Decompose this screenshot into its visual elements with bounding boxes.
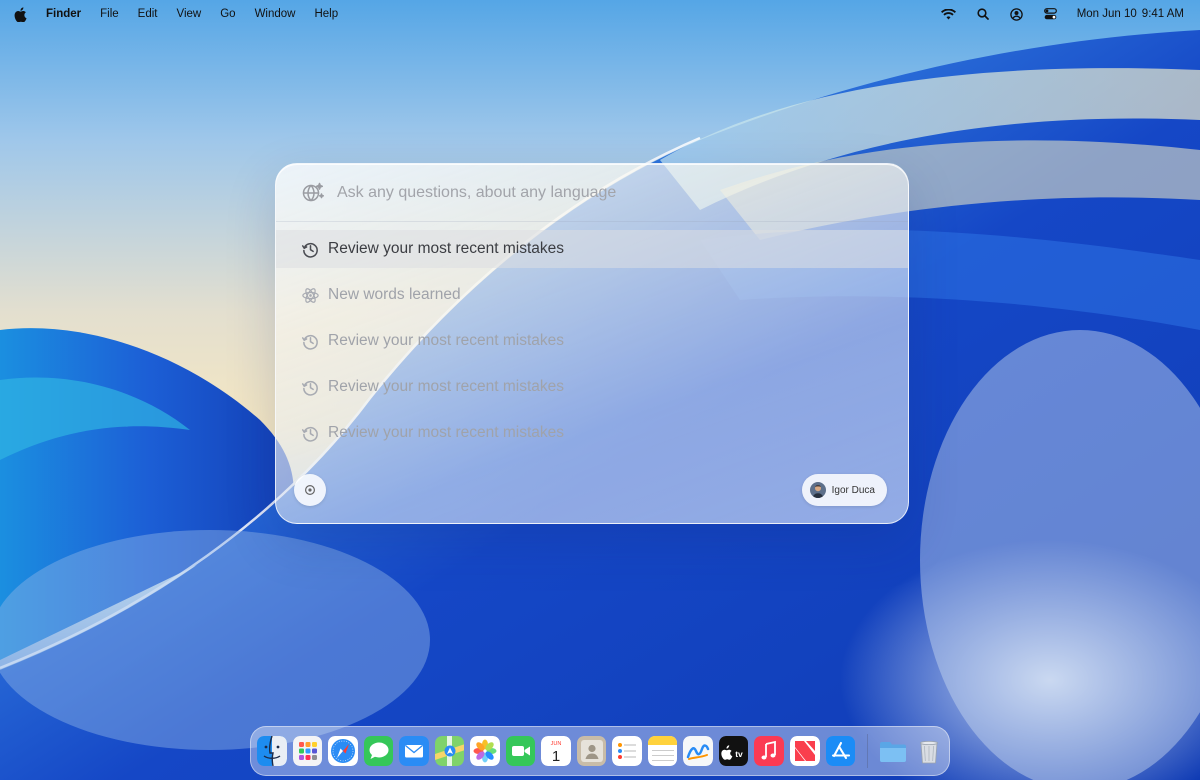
atom-icon: [300, 285, 320, 305]
suggestion-label: Review your most recent mistakes: [328, 332, 565, 349]
menu-view[interactable]: View: [177, 8, 202, 20]
user-name: Igor Duca: [831, 484, 875, 496]
dock: JUN 1 tv: [250, 726, 950, 776]
dock-maps-icon[interactable]: [434, 736, 465, 766]
dock-notes-icon[interactable]: [647, 736, 678, 766]
suggestion-item-review-mistakes-4[interactable]: Review your most recent mistakes: [276, 414, 908, 452]
suggestion-label: New words learned: [328, 286, 461, 303]
search-bar: [276, 164, 908, 222]
menu-bar: Finder File Edit View Go Window Help Mon…: [0, 0, 1200, 28]
menu-window[interactable]: Window: [255, 8, 296, 20]
dock-tv-icon[interactable]: tv: [718, 736, 749, 766]
calendar-month: JUN: [551, 741, 562, 747]
dock-news-icon[interactable]: [789, 736, 820, 766]
dock-freeform-icon[interactable]: [683, 736, 713, 766]
dock-safari-icon[interactable]: [328, 736, 358, 766]
menu-go[interactable]: Go: [220, 8, 235, 20]
calendar-day: 1: [552, 748, 560, 765]
suggestion-label: Review your most recent mistakes: [328, 378, 565, 395]
dock-reminders-icon[interactable]: [612, 736, 642, 766]
dock-contacts-icon[interactable]: [576, 736, 607, 766]
search-icon[interactable]: [975, 7, 991, 21]
apple-logo-icon[interactable]: [14, 6, 27, 22]
menu-help[interactable]: Help: [314, 8, 338, 20]
history-icon: [300, 377, 320, 397]
dock-finder-icon[interactable]: [257, 736, 287, 766]
search-input[interactable]: [337, 183, 857, 202]
clock-date: Mon Jun 10: [1076, 8, 1137, 20]
settings-icon: [304, 484, 316, 496]
suggestion-label: Review your most recent mistakes: [328, 240, 565, 257]
clock-time: 9:41 AM: [1141, 8, 1184, 20]
dock-separator: [867, 734, 869, 768]
dock-facetime-icon[interactable]: [505, 736, 536, 766]
history-icon: [300, 331, 320, 351]
suggestion-list: Review your most recent mistakes New wor…: [276, 230, 908, 460]
avatar: [809, 482, 826, 498]
dock-calendar-icon[interactable]: JUN 1: [541, 736, 571, 766]
menu-app-finder[interactable]: Finder: [46, 8, 81, 20]
suggestion-label: Review your most recent mistakes: [328, 424, 565, 441]
dock-photos-icon[interactable]: [470, 736, 500, 766]
settings-button[interactable]: [294, 474, 326, 506]
suggestion-item-review-mistakes-2[interactable]: Review your most recent mistakes: [276, 322, 908, 360]
dock-music-icon[interactable]: [754, 736, 784, 766]
control-center-icon[interactable]: [1043, 7, 1059, 21]
tv-label: tv: [735, 749, 743, 759]
history-icon: [300, 239, 320, 259]
dock-app-store-icon[interactable]: [825, 736, 856, 766]
language-assistant-panel: Review your most recent mistakes New wor…: [275, 163, 909, 524]
dock-trash-icon[interactable]: [914, 736, 944, 766]
user-profile-chip[interactable]: Igor Duca: [801, 474, 887, 506]
user-account-icon[interactable]: [1009, 7, 1025, 21]
translate-sparkle-icon: [300, 180, 326, 206]
menu-edit[interactable]: Edit: [138, 8, 158, 20]
suggestion-item-new-words[interactable]: New words learned: [276, 276, 908, 314]
dock-launchpad-icon[interactable]: [292, 736, 323, 766]
suggestion-item-review-mistakes[interactable]: Review your most recent mistakes: [276, 230, 908, 268]
suggestion-item-review-mistakes-3[interactable]: Review your most recent mistakes: [276, 368, 908, 406]
wifi-icon[interactable]: [941, 7, 957, 21]
dock-downloads-folder-icon[interactable]: [878, 736, 908, 766]
dock-messages-icon[interactable]: [363, 736, 394, 766]
menu-file[interactable]: File: [100, 8, 119, 20]
dock-mail-icon[interactable]: [399, 736, 429, 766]
history-icon: [300, 423, 320, 443]
menu-bar-clock[interactable]: Mon Jun 10 9:41 AM: [1077, 8, 1184, 20]
